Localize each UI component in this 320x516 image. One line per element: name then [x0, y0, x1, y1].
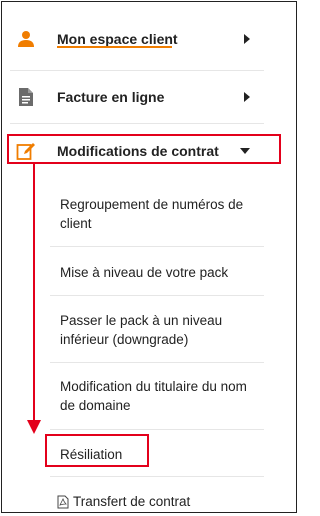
pdf-icon: [57, 495, 69, 509]
submenu-item-titulaire[interactable]: Modification du titulaire du nom de doma…: [60, 377, 260, 415]
submenu-item-label: Transfert de contrat: [73, 494, 191, 509]
chevron-right-icon: [244, 34, 250, 44]
divider: [50, 246, 264, 247]
submenu-item-regroupement[interactable]: Regroupement de numéros de client: [60, 195, 260, 233]
menu-panel: Mon espace client Facture en ligne Modif…: [1, 1, 297, 513]
divider: [50, 295, 264, 296]
divider: [50, 476, 264, 477]
divider: [10, 70, 264, 71]
menu-item-label: Facture en ligne: [57, 89, 165, 105]
menu-item-mon-espace-client[interactable]: Mon espace client: [2, 14, 264, 64]
highlight-box-modifications: [7, 134, 281, 164]
submenu-item-transfert[interactable]: Transfert de contrat: [57, 492, 257, 511]
document-icon: [15, 86, 37, 108]
divider: [10, 123, 264, 124]
chevron-right-icon: [244, 92, 250, 102]
annotation-arrow-head: [27, 420, 41, 434]
active-underline: [57, 46, 172, 48]
menu-item-facture-en-ligne[interactable]: Facture en ligne: [2, 72, 264, 122]
divider: [50, 362, 264, 363]
user-icon: [15, 28, 37, 50]
annotation-arrow-line: [33, 162, 35, 424]
highlight-box-resiliation: [45, 434, 149, 467]
divider: [50, 429, 264, 430]
menu-item-label: Mon espace client: [57, 31, 178, 47]
submenu-item-downgrade[interactable]: Passer le pack à un niveau inférieur (do…: [60, 311, 260, 349]
submenu-item-mise-a-niveau[interactable]: Mise à niveau de votre pack: [60, 263, 260, 282]
